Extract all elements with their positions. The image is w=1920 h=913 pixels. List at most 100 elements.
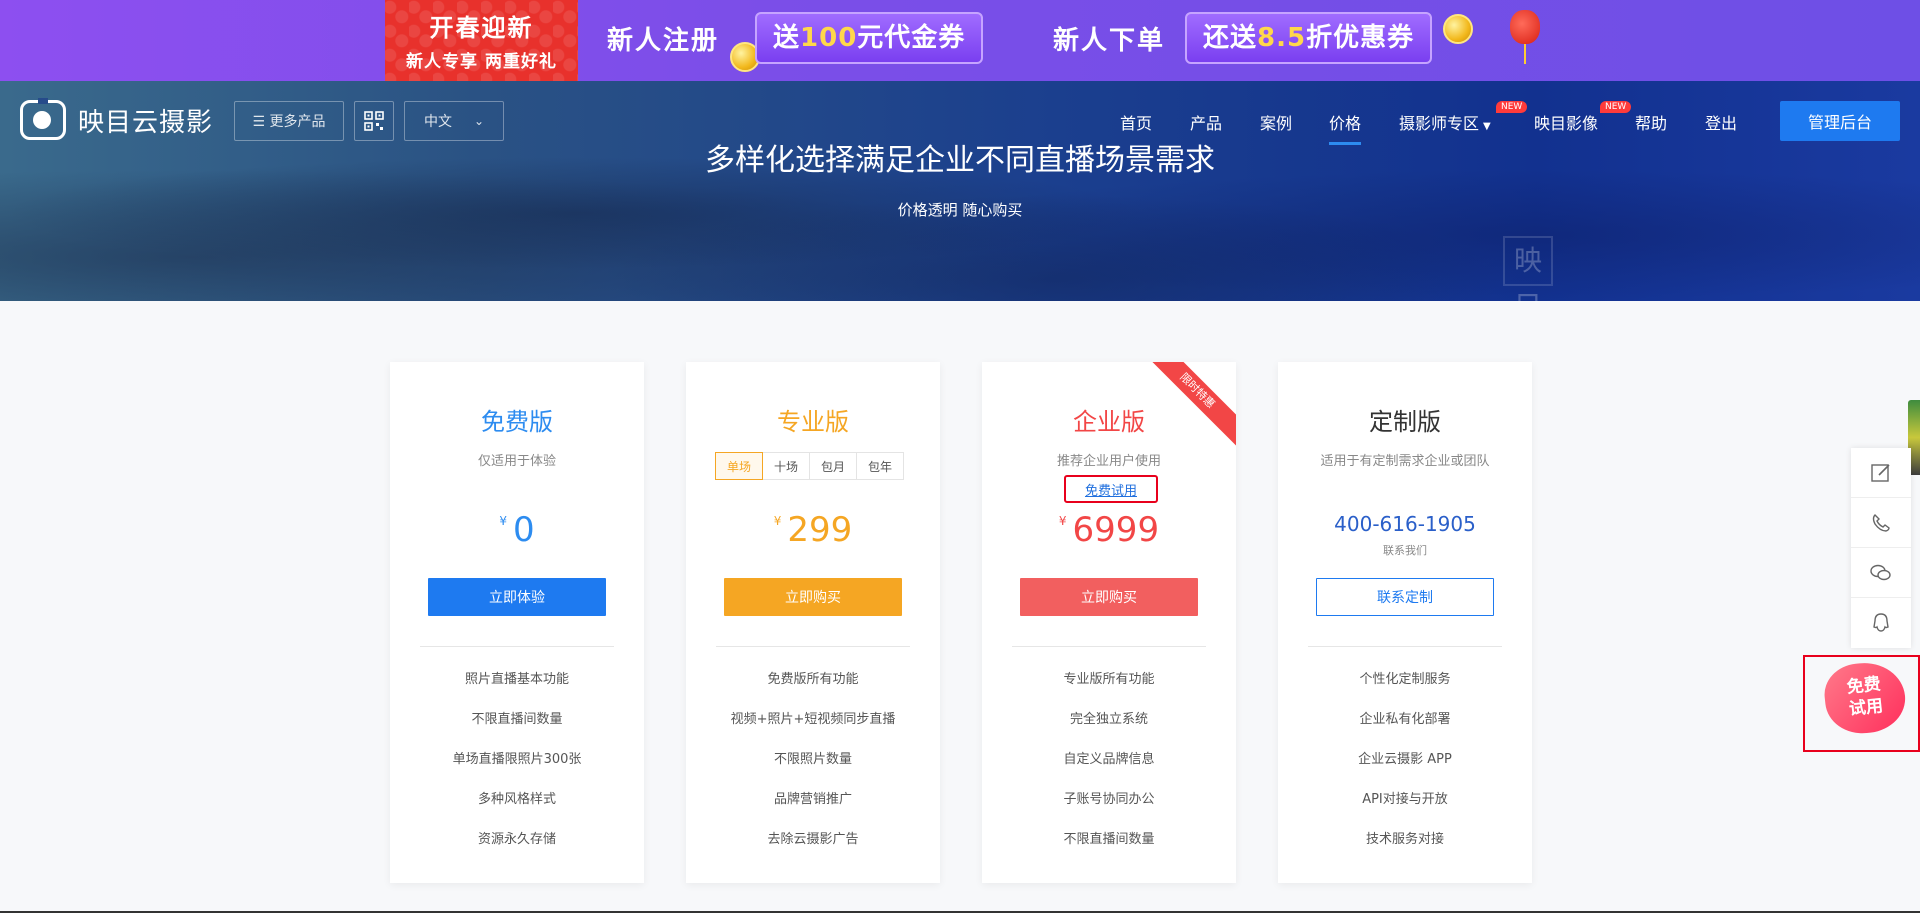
- divider: [1308, 646, 1502, 647]
- plan-card-pro: 专业版 单场 十场 包月 包年 ¥299 立即购买 免费版所有功能 视频+照片+…: [686, 362, 940, 883]
- feature-item: 单场直播限照片300张: [452, 752, 582, 767]
- feature-item: 子账号协同办公: [1063, 792, 1155, 807]
- tab-single-event[interactable]: 单场: [715, 452, 763, 480]
- promo-order-pill: 还送8.5折优惠券: [1185, 12, 1433, 64]
- gold-coin-icon: [1443, 14, 1473, 44]
- currency-symbol: ¥: [499, 514, 507, 528]
- currency-symbol: ¥: [773, 514, 782, 528]
- camera-logo-icon: [20, 98, 66, 140]
- qr-code-icon: [364, 111, 384, 131]
- nav-cases[interactable]: 案例: [1260, 110, 1292, 134]
- promo-register-pre: 送: [773, 23, 801, 53]
- feature-item: 免费版所有功能: [767, 672, 859, 687]
- plan-card-custom: 定制版 适用于有定制需求企业或团队 400-616-1905 联系我们 联系定制…: [1278, 362, 1532, 883]
- plan-title: 定制版: [1369, 408, 1441, 436]
- brand-logo[interactable]: 映目云摄影: [20, 98, 214, 140]
- caret-down-icon: ▼: [1483, 121, 1491, 132]
- promo-order-text: 新人下单: [1053, 26, 1166, 56]
- qq-icon: [1873, 613, 1889, 632]
- tab-monthly[interactable]: 包月: [809, 452, 857, 480]
- nav-photographer-zone[interactable]: 摄影师专区 ▼: [1399, 110, 1491, 134]
- divider: [420, 646, 614, 647]
- price-value: 0: [513, 510, 535, 550]
- feature-item: 企业私有化部署: [1359, 712, 1451, 727]
- wechat-icon: [1870, 564, 1891, 580]
- promo-badge: 开春迎新 新人专享 两重好礼: [385, 0, 578, 81]
- hero-subtitle: 价格透明 随心购买: [897, 201, 1023, 219]
- hero-watermark: 映目: [1503, 236, 1553, 301]
- plan-desc: 适用于有定制需求企业或团队: [1320, 454, 1490, 469]
- promo-register-post: 元代金券: [857, 23, 966, 53]
- side-toolbar: [1851, 448, 1911, 648]
- language-label: 中文: [423, 114, 452, 130]
- nav-pricing[interactable]: 价格: [1329, 110, 1362, 145]
- free-trial-link[interactable]: 免费试用: [1064, 475, 1158, 503]
- promo-banner[interactable]: 开春迎新 新人专享 两重好礼 新人注册 送100元代金券 新人下单 还送8.5折…: [0, 0, 1920, 81]
- plan-price: ¥0: [390, 510, 644, 550]
- feature-item: 照片直播基本功能: [464, 672, 569, 687]
- feature-item: API对接与开放: [1362, 792, 1448, 807]
- feature-item: 多种风格样式: [477, 792, 556, 807]
- nav-help[interactable]: 帮助: [1635, 110, 1667, 134]
- plan-desc: 推荐企业用户使用: [1056, 454, 1161, 469]
- feature-item: 个性化定制服务: [1359, 672, 1451, 687]
- plan-price: ¥299: [686, 510, 940, 550]
- contact-us-label: 联系我们: [1383, 544, 1427, 557]
- promo-register-text: 新人注册: [607, 26, 720, 56]
- feature-item: 自定义品牌信息: [1063, 752, 1155, 767]
- new-badge: NEW: [1600, 101, 1632, 113]
- feature-item: 资源永久存储: [477, 832, 556, 847]
- free-trial-float-button[interactable]: 免费 试用: [1803, 655, 1920, 752]
- promo-order-pre: 还送: [1203, 23, 1258, 53]
- plan-title: 免费版: [481, 408, 553, 436]
- promo-register-pill: 送100元代金券: [755, 12, 984, 64]
- feature-item: 完全独立系统: [1069, 712, 1148, 727]
- price-value: 299: [787, 510, 853, 550]
- qq-button[interactable]: [1851, 598, 1911, 648]
- buy-now-button[interactable]: 立即购买: [724, 578, 902, 616]
- feature-item: 企业云摄影 APP: [1358, 752, 1452, 767]
- feature-item: 专业版所有功能: [1063, 672, 1155, 687]
- phone-button[interactable]: [1851, 498, 1911, 548]
- wechat-button[interactable]: [1851, 548, 1911, 598]
- currency-symbol: ¥: [1058, 514, 1067, 528]
- hero-title: 多样化选择满足企业不同直播场景需求: [705, 143, 1215, 178]
- plan-card-enterprise: 限时特惠 企业版 推荐企业用户使用 免费试用 ¥6999 立即购买 专业版所有功…: [982, 362, 1236, 883]
- contact-custom-button[interactable]: 联系定制: [1316, 578, 1494, 616]
- feature-item: 技术服务对接: [1365, 832, 1444, 847]
- price-value: 6999: [1072, 510, 1160, 550]
- billing-tabs: 单场 十场 包月 包年: [715, 452, 904, 480]
- edit-icon: [1871, 463, 1890, 482]
- feature-item: 视频+照片+短视频同步直播: [730, 712, 896, 727]
- feedback-button[interactable]: [1851, 448, 1911, 498]
- nav-logout[interactable]: 登出: [1705, 110, 1737, 134]
- promo-order-post: 折优惠券: [1306, 23, 1415, 53]
- logo-text: 映目云摄影: [78, 107, 214, 138]
- feature-item: 不限照片数量: [773, 752, 852, 767]
- feature-item: 品牌营销推广: [773, 792, 852, 807]
- plan-title: 企业版: [1073, 408, 1145, 436]
- nav-yingmu-images[interactable]: 映目影像: [1534, 110, 1598, 134]
- promo-register-amount: 100: [800, 23, 858, 53]
- nav-photographer-label: 摄影师专区: [1399, 114, 1480, 133]
- feature-item: 不限直播间数量: [471, 712, 563, 727]
- contact-phone[interactable]: 400-616-1905: [1278, 512, 1532, 536]
- promo-order-discount: 8.5: [1257, 23, 1307, 53]
- try-now-button[interactable]: 立即体验: [428, 578, 606, 616]
- nav-products[interactable]: 产品: [1190, 110, 1222, 134]
- tab-yearly[interactable]: 包年: [856, 452, 904, 480]
- promo-badge-line1: 开春迎新: [429, 14, 534, 42]
- divider: [716, 646, 910, 647]
- new-badge: NEW: [1496, 101, 1528, 113]
- chevron-down-icon: ⌄: [473, 114, 485, 128]
- divider: [1012, 646, 1206, 647]
- buy-now-button[interactable]: 立即购买: [1020, 578, 1198, 616]
- feature-item: 去除云摄影广告: [767, 832, 859, 847]
- plan-title: 专业版: [777, 408, 849, 436]
- lantern-icon: [1510, 10, 1540, 64]
- tab-ten-events[interactable]: 十场: [762, 452, 810, 480]
- free-trial-badge: 免费 试用: [1821, 659, 1909, 737]
- plan-desc: 仅适用于体验: [477, 454, 556, 469]
- nav-home[interactable]: 首页: [1120, 110, 1152, 134]
- plan-card-free: 免费版 仅适用于体验 ¥0 立即体验 照片直播基本功能 不限直播间数量 单场直播…: [390, 362, 644, 883]
